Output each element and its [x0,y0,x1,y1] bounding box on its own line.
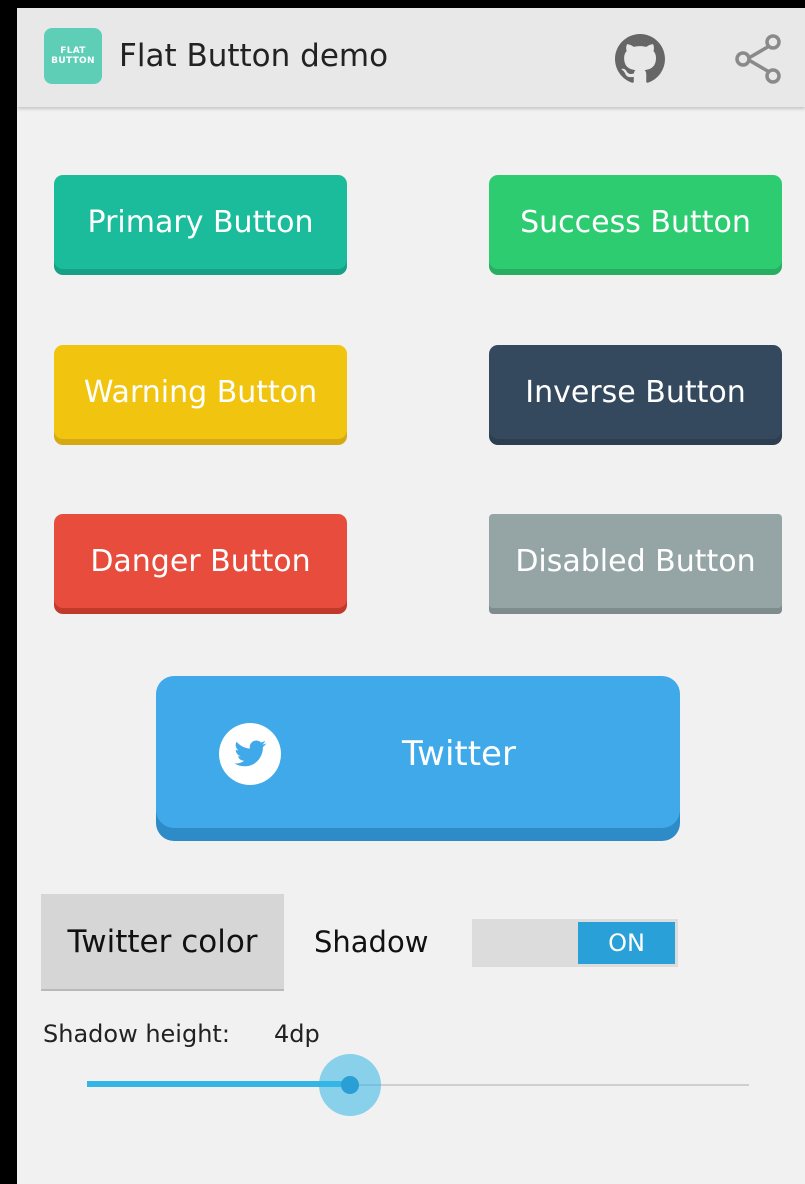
app-title: Flat Button demo [119,38,389,74]
shadow-toggle-on-label: ON [578,922,675,964]
disabled-button[interactable]: Disabled Button [489,514,782,608]
app-screen: FLAT BUTTON Flat Button demo Primary But… [17,8,805,1184]
shadow-height-label: Shadow height: [43,1020,230,1048]
app-logo-line1: FLAT [60,46,86,56]
action-bar: FLAT BUTTON Flat Button demo [17,8,805,107]
primary-button[interactable]: Primary Button [54,175,347,269]
shadow-label: Shadow [314,925,429,959]
warning-button[interactable]: Warning Button [54,345,347,439]
danger-button[interactable]: Danger Button [54,514,347,608]
inverse-button[interactable]: Inverse Button [489,345,782,439]
shadow-height-slider-fill [87,1081,350,1087]
twitter-button[interactable]: Twitter [156,676,680,828]
shadow-height-slider-thumb-core [341,1076,359,1094]
share-icon[interactable] [729,30,787,88]
success-button[interactable]: Success Button [489,175,782,269]
shadow-height-value: 4dp [274,1020,320,1048]
github-icon[interactable] [615,34,665,84]
shadow-toggle[interactable]: ON [472,919,678,967]
twitter-button-label: Twitter [402,734,516,774]
app-logo-icon: FLAT BUTTON [44,28,102,84]
twitter-icon [219,723,281,785]
twitter-color-button[interactable]: Twitter color [41,894,284,991]
app-logo-line2: BUTTON [51,56,95,66]
